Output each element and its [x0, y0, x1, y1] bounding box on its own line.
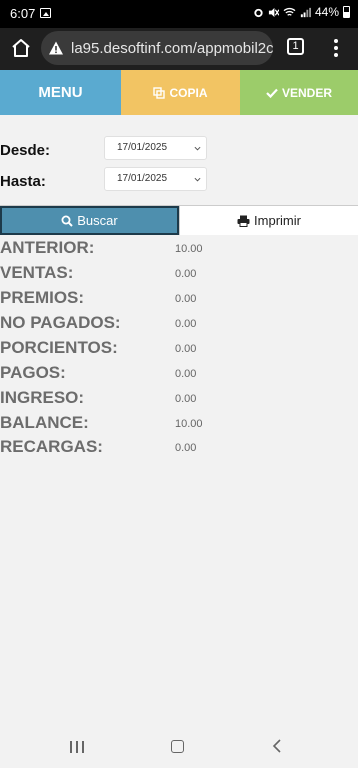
- summary-value: 0.00: [175, 343, 197, 355]
- url-text[interactable]: la95.desoftinf.com/appmobil2c: [71, 40, 273, 57]
- buscar-label: Buscar: [77, 213, 118, 228]
- app-nav: MENU COPIA VENDER: [0, 70, 358, 115]
- status-time: 6:07: [10, 6, 36, 21]
- summary-row: RECARGAS: 0.00: [0, 437, 358, 462]
- summary-value: 0.00: [175, 318, 197, 330]
- vender-label: VENDER: [281, 85, 332, 100]
- summary-row: BALANCE: 10.00: [0, 413, 358, 438]
- desde-select[interactable]: 17/01/2025: [104, 136, 207, 160]
- chevron-down-icon: [194, 146, 201, 151]
- desde-value: 17/01/2025: [117, 142, 168, 153]
- warning-icon[interactable]: [48, 40, 64, 56]
- summary-row: VENTAS: 0.00: [0, 263, 358, 288]
- hasta-select[interactable]: 17/01/2025: [104, 167, 207, 191]
- imprimir-label: Imprimir: [254, 213, 301, 228]
- summary-row: PAGOS: 0.00: [0, 363, 358, 388]
- summary-label: ANTERIOR:: [0, 238, 95, 257]
- browser-toolbar: la95.desoftinf.com/appmobil2c 1: [0, 28, 358, 70]
- summary-row: ANTERIOR: 10.00: [0, 238, 358, 263]
- summary-row: PREMIOS: 0.00: [0, 288, 358, 313]
- search-icon: [61, 215, 73, 227]
- summary-value: 0.00: [175, 268, 197, 280]
- back-icon[interactable]: [272, 739, 282, 753]
- summary-label: INGRESO:: [0, 388, 85, 407]
- image-notification-icon: [40, 8, 51, 18]
- copia-label: COPIA: [169, 85, 208, 100]
- summary-label: VENTAS:: [0, 263, 74, 282]
- summary-label: PAGOS:: [0, 363, 66, 382]
- address-bar[interactable]: la95.desoftinf.com/appmobil2c: [41, 31, 273, 65]
- check-icon: [266, 88, 278, 98]
- tab-switcher-button[interactable]: 1: [287, 38, 304, 55]
- menu-label: MENU: [38, 84, 83, 101]
- status-bar: 6:07 44%: [0, 0, 358, 28]
- home-nav-icon[interactable]: [171, 740, 184, 753]
- recents-icon[interactable]: [70, 741, 84, 753]
- buscar-button[interactable]: Buscar: [0, 206, 179, 235]
- summary-label: PORCIENTOS:: [0, 338, 118, 357]
- hasta-label: Hasta:: [0, 173, 46, 190]
- summary-label: BALANCE:: [0, 413, 89, 432]
- battery-icon: [343, 6, 350, 18]
- summary-row: PORCIENTOS: 0.00: [0, 338, 358, 363]
- desde-label: Desde:: [0, 142, 51, 159]
- mute-icon: [268, 7, 279, 17]
- summary-value: 0.00: [175, 368, 197, 380]
- summary-label: PREMIOS:: [0, 288, 85, 307]
- chevron-down-icon: [194, 177, 201, 182]
- print-icon: [237, 215, 250, 227]
- home-icon[interactable]: [9, 36, 33, 60]
- battery-percent: 44%: [314, 5, 339, 19]
- summary-row: INGRESO: 0.00: [0, 388, 358, 413]
- summary-value: 0.00: [175, 442, 197, 454]
- summary-label: RECARGAS:: [0, 437, 103, 456]
- summary-value: 10.00: [175, 243, 203, 255]
- hasta-value: 17/01/2025: [117, 173, 168, 184]
- alarm-icon: [254, 8, 263, 17]
- copia-button[interactable]: COPIA: [121, 70, 240, 115]
- signal-icon: [300, 7, 311, 17]
- summary-value: 0.00: [175, 293, 197, 305]
- action-row: Buscar Imprimir: [0, 205, 358, 235]
- summary-row: NO PAGADOS: 0.00: [0, 313, 358, 338]
- summary-value: 0.00: [175, 393, 197, 405]
- status-indicators: 44%: [253, 5, 350, 19]
- wifi-icon: [283, 7, 296, 16]
- menu-button[interactable]: MENU: [0, 70, 121, 115]
- imprimir-button[interactable]: Imprimir: [179, 206, 358, 235]
- browser-menu-icon[interactable]: [330, 37, 342, 59]
- copy-icon: [153, 86, 166, 99]
- system-nav-bar: [0, 728, 358, 768]
- summary-value: 10.00: [175, 418, 203, 430]
- vender-button[interactable]: VENDER: [240, 70, 358, 115]
- summary-label: NO PAGADOS:: [0, 313, 121, 332]
